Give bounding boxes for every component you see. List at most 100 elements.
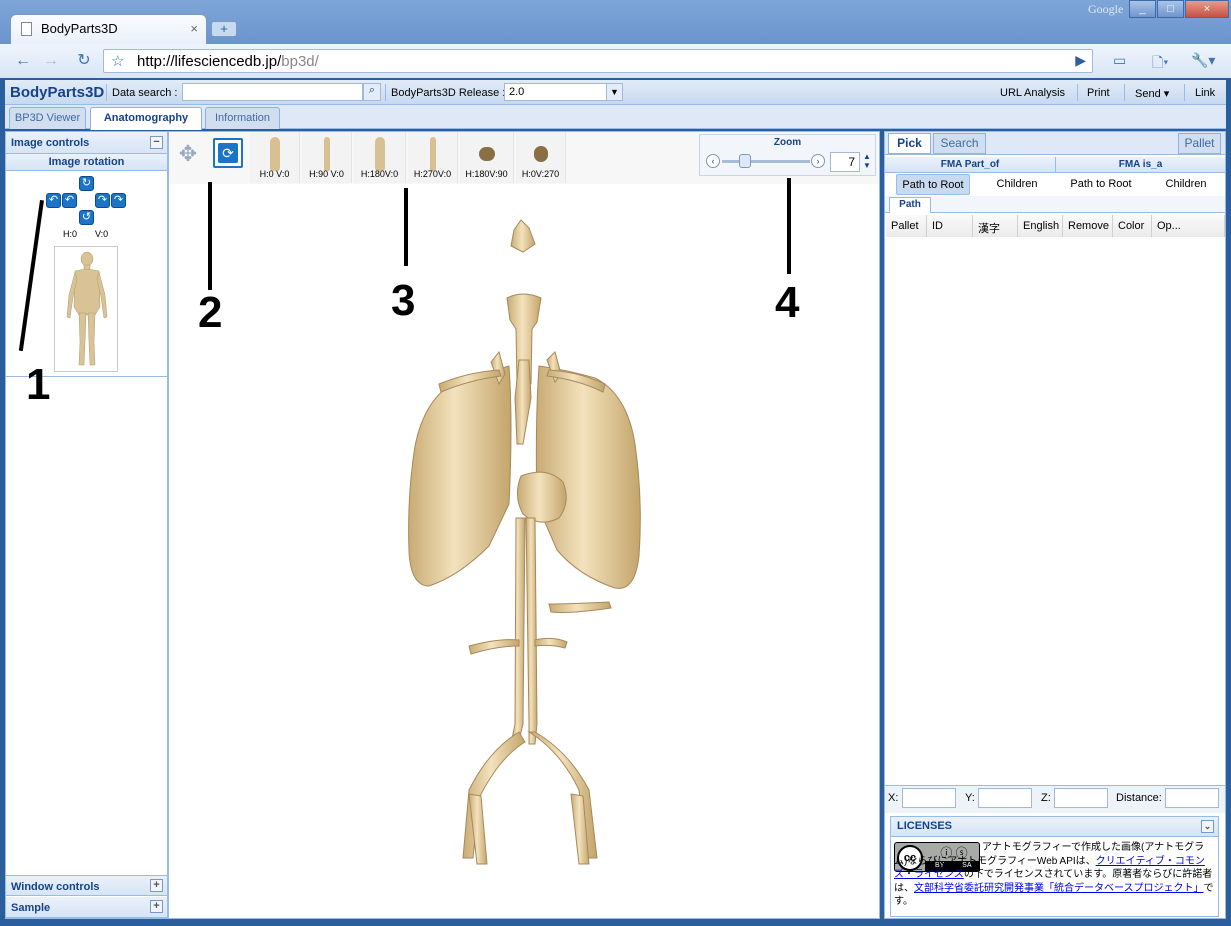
forward-arrow-icon[interactable]: → [38,50,64,72]
minimize-button[interactable]: _ [1129,0,1156,18]
column-pallet[interactable]: Pallet [886,215,927,237]
back-arrow-icon[interactable]: ← [10,50,36,72]
column-options[interactable]: Op... [1152,215,1225,237]
go-icon[interactable]: ▶ [1075,52,1086,69]
rotate-mode-icon[interactable]: ⟳ [213,138,243,168]
fma-is-a-label: FMA is_a [1055,157,1225,173]
browser-tab[interactable]: BodyParts3D × [10,14,207,44]
chevron-down-icon[interactable]: ▼ [606,84,622,100]
collapse-double-chevron-icon[interactable]: ⌄ [1201,820,1214,833]
divider [1124,84,1125,101]
pan-icon[interactable]: ✥ [174,140,202,168]
search-input[interactable] [182,83,363,101]
licenses-title: LICENSES [897,820,953,832]
zoom-out-icon[interactable]: ‹ [706,154,720,168]
tab-path[interactable]: Path [889,197,931,213]
divider [106,84,107,101]
column-id[interactable]: ID [927,215,973,237]
distance-label: Distance: [1116,792,1162,804]
annotation-1: 1 [26,360,51,409]
is-a-path-to-root-button[interactable]: Path to Root [1064,174,1138,195]
rotate-up-icon[interactable]: ↻ [79,176,94,191]
view-top-button[interactable]: H:180V:90 [460,132,514,183]
tab-bp3d-viewer[interactable]: BP3D Viewer [9,107,86,129]
expand-icon[interactable]: + [150,879,163,892]
reload-icon[interactable]: ↻ [71,50,97,72]
view-left-button[interactable]: H:270V:0 [408,132,458,183]
part-of-path-to-root-button[interactable]: Path to Root [896,174,970,195]
z-label: Z: [1041,792,1051,804]
part-of-children-button[interactable]: Children [981,174,1053,195]
page-menu-icon[interactable]: 🗋▾ [1152,52,1168,76]
tab-pick[interactable]: Pick [888,133,931,154]
maximize-button[interactable]: □ [1157,0,1184,18]
z-field[interactable] [1054,788,1108,808]
collapse-icon[interactable]: − [150,136,163,149]
annotation-2: 2 [198,288,223,337]
column-kanji[interactable]: 漢字 [973,215,1018,237]
column-remove[interactable]: Remove [1063,215,1113,237]
close-tab-icon[interactable]: × [190,21,198,36]
search-icon[interactable]: ⌕ [363,83,381,101]
body-preview [54,246,118,372]
tab-information[interactable]: Information [205,107,280,129]
rotate-right-icon[interactable]: ↷ [95,193,110,208]
sample-header[interactable]: Sample + [6,897,167,918]
app-title: BodyParts3D [10,84,105,101]
zoom-in-icon[interactable]: › [811,154,825,168]
image-controls-header[interactable]: Image controls − [6,132,167,154]
release-label: BodyParts3D Release : [391,87,506,99]
view-bottom-button[interactable]: H:0V:270 [516,132,566,183]
pallet-button[interactable]: Pallet [1178,133,1221,154]
release-value: 2.0 [509,86,525,98]
bookmark-star-icon[interactable]: ☆ [111,52,124,70]
divider [1077,84,1078,101]
column-english[interactable]: English [1018,215,1063,237]
view-front-button[interactable]: H:0 V:0 [250,132,300,183]
x-label: X: [888,792,899,804]
anatomy-canvas[interactable] [169,184,875,904]
toolbar-button-icon[interactable]: ▭ [1113,52,1126,69]
is-a-children-button[interactable]: Children [1150,174,1222,195]
rotate-left-fast-icon[interactable]: ↶ [46,193,61,208]
x-field[interactable] [902,788,956,808]
zoom-label: Zoom [773,137,802,148]
search-label: Data search : [112,87,178,99]
google-brand: Google [1088,2,1124,16]
distance-field[interactable] [1165,788,1219,808]
rotate-left-icon[interactable]: ↶ [62,193,77,208]
link-menu[interactable]: Link [1195,87,1215,99]
print-menu[interactable]: Print [1087,87,1110,99]
annotation-3: 3 [391,276,416,325]
zoom-slider-thumb[interactable] [738,154,751,168]
horizontal-angle: H:0 [63,229,78,239]
rotate-down-icon[interactable]: ↺ [79,210,94,225]
project-link[interactable]: 文部科学省委託研究開発事業「統合データベースプロジェクト」 [914,883,1204,894]
expand-icon[interactable]: + [150,900,163,913]
window-controls-header[interactable]: Window controls + [6,875,167,896]
vertical-angle: V:0 [95,229,109,239]
wrench-icon[interactable]: 🔧▾ [1191,52,1215,69]
close-window-button[interactable]: × [1185,0,1229,18]
rotate-right-fast-icon[interactable]: ↷ [111,193,126,208]
url-analysis-menu[interactable]: URL Analysis [1000,87,1065,99]
image-controls-title: Image controls [11,137,90,149]
new-tab-button[interactable]: + [211,21,237,37]
zoom-spinner-icon[interactable]: ▲ ▼ [863,152,871,170]
annotation-line-4 [787,178,791,274]
annotation-line-2 [208,182,212,290]
address-bar[interactable]: ☆ http://lifesciencedb.jp/bp3d/ ▶ [103,49,1093,73]
address-url: http://lifesciencedb.jp/bp3d/ [137,53,319,70]
view-right-button[interactable]: H:90 V:0 [302,132,352,183]
column-color[interactable]: Color [1113,215,1152,237]
divider [385,84,386,101]
view-back-button[interactable]: H:180V:0 [354,132,406,183]
zoom-value-field[interactable]: 7 [830,152,860,172]
tab-anatomography[interactable]: Anatomography [90,107,202,130]
release-select[interactable]: 2.0 ▼ [504,83,623,101]
y-field[interactable] [978,788,1032,808]
zoom-track[interactable] [722,160,810,163]
send-menu[interactable]: Send ▾ [1135,87,1169,100]
tab-search[interactable]: Search [933,133,986,154]
licenses-header[interactable]: LICENSES ⌄ [891,817,1218,837]
